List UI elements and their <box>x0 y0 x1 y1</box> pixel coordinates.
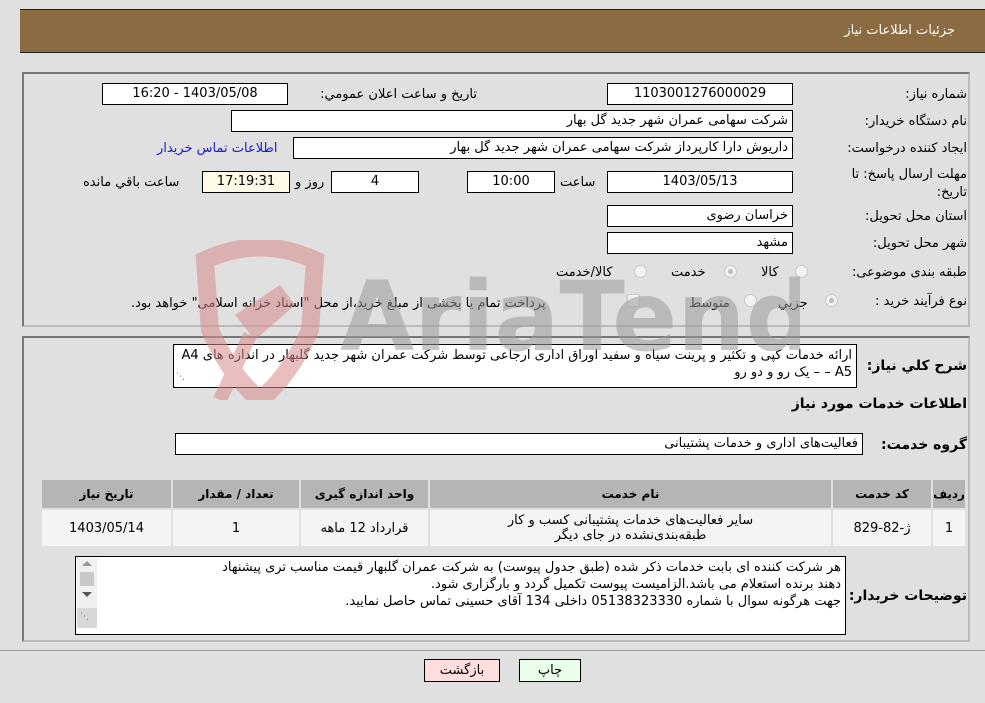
col-header-index: ردیف <box>931 478 967 510</box>
remaining-days-field: 4 <box>331 171 419 193</box>
purchase-option-minor: جزيي <box>778 296 808 311</box>
scroll-up-icon[interactable] <box>82 561 92 566</box>
services-section-title: اطلاعات خدمات مورد نیاز <box>791 396 967 412</box>
city-label: شهر محل تحویل: <box>872 236 967 251</box>
city-field: مشهد <box>607 232 793 254</box>
deadline-label: مهلت ارسال پاسخ: تا تاریخ: <box>851 167 967 200</box>
buyer-org-field: شرکت سهامی عمران شهر جدید گل بهار <box>231 110 793 132</box>
province-field: خراسان رضوی <box>607 205 793 227</box>
requester-label: ایجاد کننده درخواست: <box>847 141 967 156</box>
buyer-notes-line-3: جهت هرگونه سوال با شماره 05138323330 داخ… <box>345 594 841 609</box>
buyer-org-label: نام دستگاه خریدار: <box>864 114 967 129</box>
category-option-goods-service: کالا/خدمت <box>556 265 613 280</box>
deadline-date-field: 1403/05/13 <box>607 171 793 193</box>
category-option-service: خدمت <box>671 265 706 280</box>
services-table: ردیف کد خدمت نام خدمت واحد اندازه گیری ت… <box>40 478 967 548</box>
col-header-name: نام خدمت <box>428 478 833 510</box>
cell-code: ژ-82-829 <box>831 508 933 548</box>
page-header: جزئیات اطلاعات نیاز <box>20 9 985 53</box>
buyer-notes-textarea[interactable]: هر شرکت کننده ای بابت خدمات ذکر شده (طبق… <box>75 556 846 635</box>
cell-name: سایر فعالیت‌های خدمات پشتیبانی کسب و کار… <box>428 508 833 548</box>
service-group-label: گروه خدمت: <box>881 437 967 453</box>
page-title: جزئیات اطلاعات نیاز <box>844 23 955 38</box>
description-label: شرح کلي نیاز: <box>866 358 967 374</box>
table-header-row: ردیف کد خدمت نام خدمت واحد اندازه گیری ت… <box>40 478 967 510</box>
col-header-code: کد خدمت <box>831 478 933 510</box>
category-radio-service[interactable] <box>724 265 737 278</box>
col-header-qty: تعداد / مقدار <box>171 478 301 510</box>
category-radio-goods-service[interactable] <box>634 265 647 278</box>
deadline-time-field: 10:00 <box>467 171 555 193</box>
announce-datetime-label: تاریخ و ساعت اعلان عمومي: <box>320 87 477 102</box>
print-button[interactable]: چاپ <box>519 659 581 682</box>
remaining-time-field: 17:19:31 <box>202 171 290 193</box>
buyer-contact-link[interactable]: اطلاعات تماس خریدار <box>157 141 277 156</box>
purchase-option-medium: متوسط <box>689 296 730 311</box>
resize-handle-icon[interactable]: ⋰ <box>80 609 89 626</box>
remaining-label: ساعت باقي مانده <box>83 175 180 190</box>
need-number-field: 1103001276000029 <box>607 83 793 105</box>
purchase-radio-medium[interactable] <box>744 294 757 307</box>
announce-datetime-field: 1403/05/08 - 16:20 <box>102 83 288 105</box>
table-row: 1 ژ-82-829 سایر فعالیت‌های خدمات پشتیبان… <box>40 508 967 548</box>
category-radio-goods[interactable] <box>795 265 808 278</box>
days-label: روز و <box>295 175 325 190</box>
resize-handle-icon[interactable]: ⋰ <box>176 369 185 386</box>
buyer-notes-scrollbar[interactable]: ⋰ <box>77 558 97 628</box>
treasury-checkbox[interactable] <box>627 294 640 307</box>
service-group-field: فعالیت‌های اداری و خدمات پشتیبانی <box>175 433 863 455</box>
scroll-down-icon[interactable] <box>82 592 92 597</box>
category-option-goods: کالا <box>761 265 779 280</box>
scroll-thumb[interactable] <box>80 572 94 586</box>
purchase-type-label: نوع فرآیند خرید : <box>875 294 967 309</box>
description-textarea[interactable]: ارائه خدمات کپی و تکثیر و پرینت سیاه و س… <box>173 344 857 388</box>
deadline-time-label: ساعت <box>560 175 596 190</box>
cell-index: 1 <box>931 508 967 548</box>
resize-corner: ⋰ <box>77 608 97 628</box>
province-label: استان محل تحویل: <box>865 209 967 224</box>
cell-unit: قرارداد 12 ماهه <box>299 508 430 548</box>
buyer-notes-line-2: دهند برنده استعلام می باشد.الزامیست پیوس… <box>430 577 841 592</box>
col-header-date: تاریخ نیاز <box>40 478 173 510</box>
treasury-note: پرداخت تمام یا بخشی از مبلغ خرید،از محل … <box>131 296 546 311</box>
purchase-radio-minor[interactable] <box>825 294 838 307</box>
footer-divider <box>0 650 985 651</box>
requester-field: داریوش دارا کارپرداز شرکت سهامی عمران شه… <box>293 137 793 159</box>
need-number-label: شماره نیاز: <box>905 87 967 102</box>
back-button[interactable]: بازگشت <box>424 659 500 682</box>
cell-date: 1403/05/14 <box>40 508 173 548</box>
col-header-unit: واحد اندازه گیری <box>299 478 430 510</box>
cell-qty: 1 <box>171 508 301 548</box>
category-label: طبقه بندی موضوعی: <box>851 265 967 280</box>
buyer-notes-line-1: هر شرکت کننده ای بابت خدمات ذکر شده (طبق… <box>222 560 841 575</box>
buyer-notes-label: توضیحات خریدار: <box>848 588 967 604</box>
description-text: ارائه خدمات کپی و تکثیر و پرینت سیاه و س… <box>181 348 852 380</box>
